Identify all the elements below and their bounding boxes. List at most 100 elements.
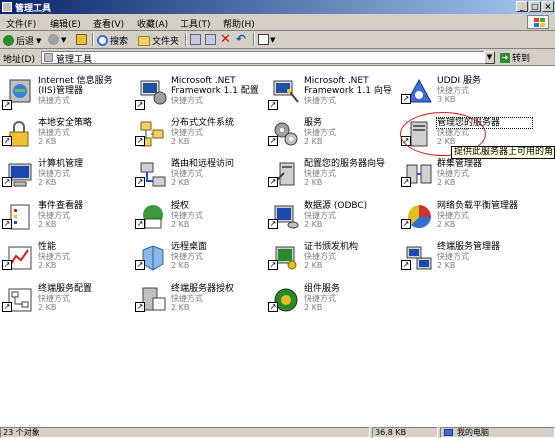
list-item[interactable]: ↗ 服务 快捷方式 2 KB xyxy=(266,116,399,152)
menu-favorites[interactable]: 收藏(A) xyxy=(137,17,168,30)
status-location-label: 我的电脑 xyxy=(457,428,489,437)
menu-view[interactable]: 查看(V) xyxy=(93,17,124,30)
item-type: 快捷方式 xyxy=(171,96,203,105)
chevron-down-icon: ▼ xyxy=(61,35,67,44)
list-item[interactable]: ↗ 终端服务器授权 快捷方式 2 KB xyxy=(133,282,266,318)
windows-logo-icon xyxy=(527,15,549,29)
item-type: 快捷方式 xyxy=(304,211,336,220)
shortcut-arrow-icon: ↗ xyxy=(268,219,278,229)
list-item[interactable]: ↗ 本地安全策略 快捷方式 2 KB xyxy=(0,116,133,152)
forward-button[interactable]: ▼ xyxy=(48,34,66,45)
list-item[interactable]: ↗ 计算机管理 快捷方式 2 KB xyxy=(0,157,133,193)
menu-edit[interactable]: 编辑(E) xyxy=(50,17,81,30)
item-name: 远程桌面 xyxy=(171,242,208,252)
list-item[interactable]: ↗ 群集管理器 快捷方式 2 KB xyxy=(399,157,532,193)
item-size: 2 KB xyxy=(38,303,57,312)
forward-arrow-icon xyxy=(48,34,59,45)
item-name: 授权 xyxy=(171,201,190,211)
item-name: 证书颁发机构 xyxy=(304,242,359,252)
copy-to-button[interactable] xyxy=(205,34,216,45)
move-to-button[interactable] xyxy=(190,34,201,45)
list-item[interactable]: ↗ 配置您的服务器向导 快捷方式 2 KB xyxy=(266,157,399,193)
list-item[interactable]: ↗ 授权 快捷方式 2 KB xyxy=(133,199,266,235)
shortcut-arrow-icon: ↗ xyxy=(268,136,278,146)
list-item[interactable]: ↗ Internet 信息服务 (IIS)管理器 快捷方式 xyxy=(0,74,133,110)
item-type: 快捷方式 xyxy=(171,252,203,261)
my-computer-icon xyxy=(444,429,453,436)
item-size: 2 KB xyxy=(38,261,57,270)
list-item[interactable]: ↗ 路由和远程访问 快捷方式 2 KB xyxy=(133,157,266,193)
go-arrow-icon: ➜ xyxy=(500,52,510,63)
views-button[interactable]: ▼ xyxy=(258,34,275,45)
close-button[interactable]: × xyxy=(542,1,554,12)
address-dropdown-button[interactable]: ▼ xyxy=(484,51,495,64)
item-type: 快捷方式 xyxy=(171,211,203,220)
list-item[interactable]: ↗ 网络负载平衡管理器 快捷方式 2 KB xyxy=(399,199,532,235)
shortcut-arrow-icon: ↗ xyxy=(2,100,12,110)
item-name: 群集管理器 xyxy=(437,159,483,169)
up-folder-icon xyxy=(76,34,87,45)
tooltip: 提供此服务器上可用的角色 xyxy=(451,146,555,159)
item-name: 网络负载平衡管理器 xyxy=(437,201,519,211)
item-name: 终端服务器授权 xyxy=(171,284,235,294)
maximize-button[interactable]: □ xyxy=(529,1,541,12)
shortcut-arrow-icon: ↗ xyxy=(401,94,411,104)
item-name: 分布式文件系统 xyxy=(171,118,235,128)
views-icon xyxy=(258,34,269,45)
list-item[interactable]: ↗ UDDI 服务 快捷方式 3 KB xyxy=(399,74,532,110)
go-button[interactable]: ➜ 转到 xyxy=(500,51,530,64)
address-value: 管理工具 xyxy=(56,55,93,65)
delete-button[interactable]: ✕ xyxy=(220,33,231,46)
chevron-down-icon: ▼ xyxy=(36,36,42,45)
folders-button[interactable]: 文件夹 xyxy=(138,34,179,47)
undo-button[interactable]: ↶ xyxy=(236,33,246,45)
item-name: 终端服务管理器 xyxy=(437,242,501,252)
item-name: 终端服务配置 xyxy=(38,284,93,294)
list-item[interactable]: ↗ Microsoft .NET Framework 1.1 向导 快捷方式 xyxy=(266,74,399,110)
status-size: 36.8 KB xyxy=(372,427,438,438)
shortcut-arrow-icon: ↗ xyxy=(135,177,145,187)
status-object-count: 23 个对象 xyxy=(0,427,370,438)
item-name: 计算机管理 xyxy=(38,159,84,169)
list-item[interactable]: ↗ 事件查看器 快捷方式 2 KB xyxy=(0,199,133,235)
shortcut-arrow-icon: ↗ xyxy=(2,260,12,270)
list-item[interactable]: ↗ 数据源 (ODBC) 快捷方式 2 KB xyxy=(266,199,399,235)
address-label: 地址(D) xyxy=(3,55,35,65)
search-button[interactable]: 搜索 xyxy=(97,34,128,47)
item-type: 快捷方式 xyxy=(437,86,469,95)
item-type: 快捷方式 xyxy=(304,252,336,261)
list-item[interactable]: ↗ 组件服务 快捷方式 2 KB xyxy=(266,282,399,318)
menu-tools[interactable]: 工具(T) xyxy=(180,17,211,30)
list-item[interactable]: ↗ Microsoft .NET Framework 1.1 配置 快捷方式 xyxy=(133,74,266,110)
item-size: 2 KB xyxy=(171,220,190,229)
list-item[interactable]: ↗ 性能 快捷方式 2 KB xyxy=(0,240,133,276)
item-type: 快捷方式 xyxy=(171,294,203,303)
menu-help[interactable]: 帮助(H) xyxy=(223,17,255,30)
item-size: 3 KB xyxy=(437,95,456,104)
menu-file[interactable]: 文件(F) xyxy=(6,17,36,30)
item-name: 事件查看器 xyxy=(38,201,84,211)
list-item[interactable]: ↗ 远程桌面 快捷方式 2 KB xyxy=(133,240,266,276)
item-size: 2 KB xyxy=(304,178,323,187)
up-button[interactable] xyxy=(76,34,87,45)
window-icon[interactable] xyxy=(2,2,12,12)
item-size: 2 KB xyxy=(171,261,190,270)
address-input[interactable]: 管理工具 xyxy=(41,51,495,65)
back-button[interactable]: 后退 ▼ xyxy=(3,34,41,47)
shortcut-arrow-icon: ↗ xyxy=(401,260,411,270)
list-item[interactable]: ↗ 终端服务配置 快捷方式 2 KB xyxy=(0,282,133,318)
list-item[interactable]: ↗ 分布式文件系统 快捷方式 2 KB xyxy=(133,116,266,152)
item-size: 2 KB xyxy=(304,137,323,146)
item-size: 2 KB xyxy=(304,220,323,229)
list-item[interactable]: ↗ 证书颁发机构 快捷方式 2 KB xyxy=(266,240,399,276)
address-bar: 地址(D) 管理工具 xyxy=(0,49,555,66)
title-bar[interactable]: 管理工具 _ □ × xyxy=(0,0,555,14)
item-name: 路由和远程访问 xyxy=(171,159,235,169)
item-type: 快捷方式 xyxy=(38,169,70,178)
item-name: UDDI 服务 xyxy=(437,76,481,86)
item-size: 2 KB xyxy=(171,178,190,187)
minimize-button[interactable]: _ xyxy=(516,1,528,12)
shortcut-arrow-icon: ↗ xyxy=(135,302,145,312)
list-item[interactable]: ↗ 终端服务管理器 快捷方式 2 KB xyxy=(399,240,532,276)
folders-label: 文件夹 xyxy=(152,37,180,47)
